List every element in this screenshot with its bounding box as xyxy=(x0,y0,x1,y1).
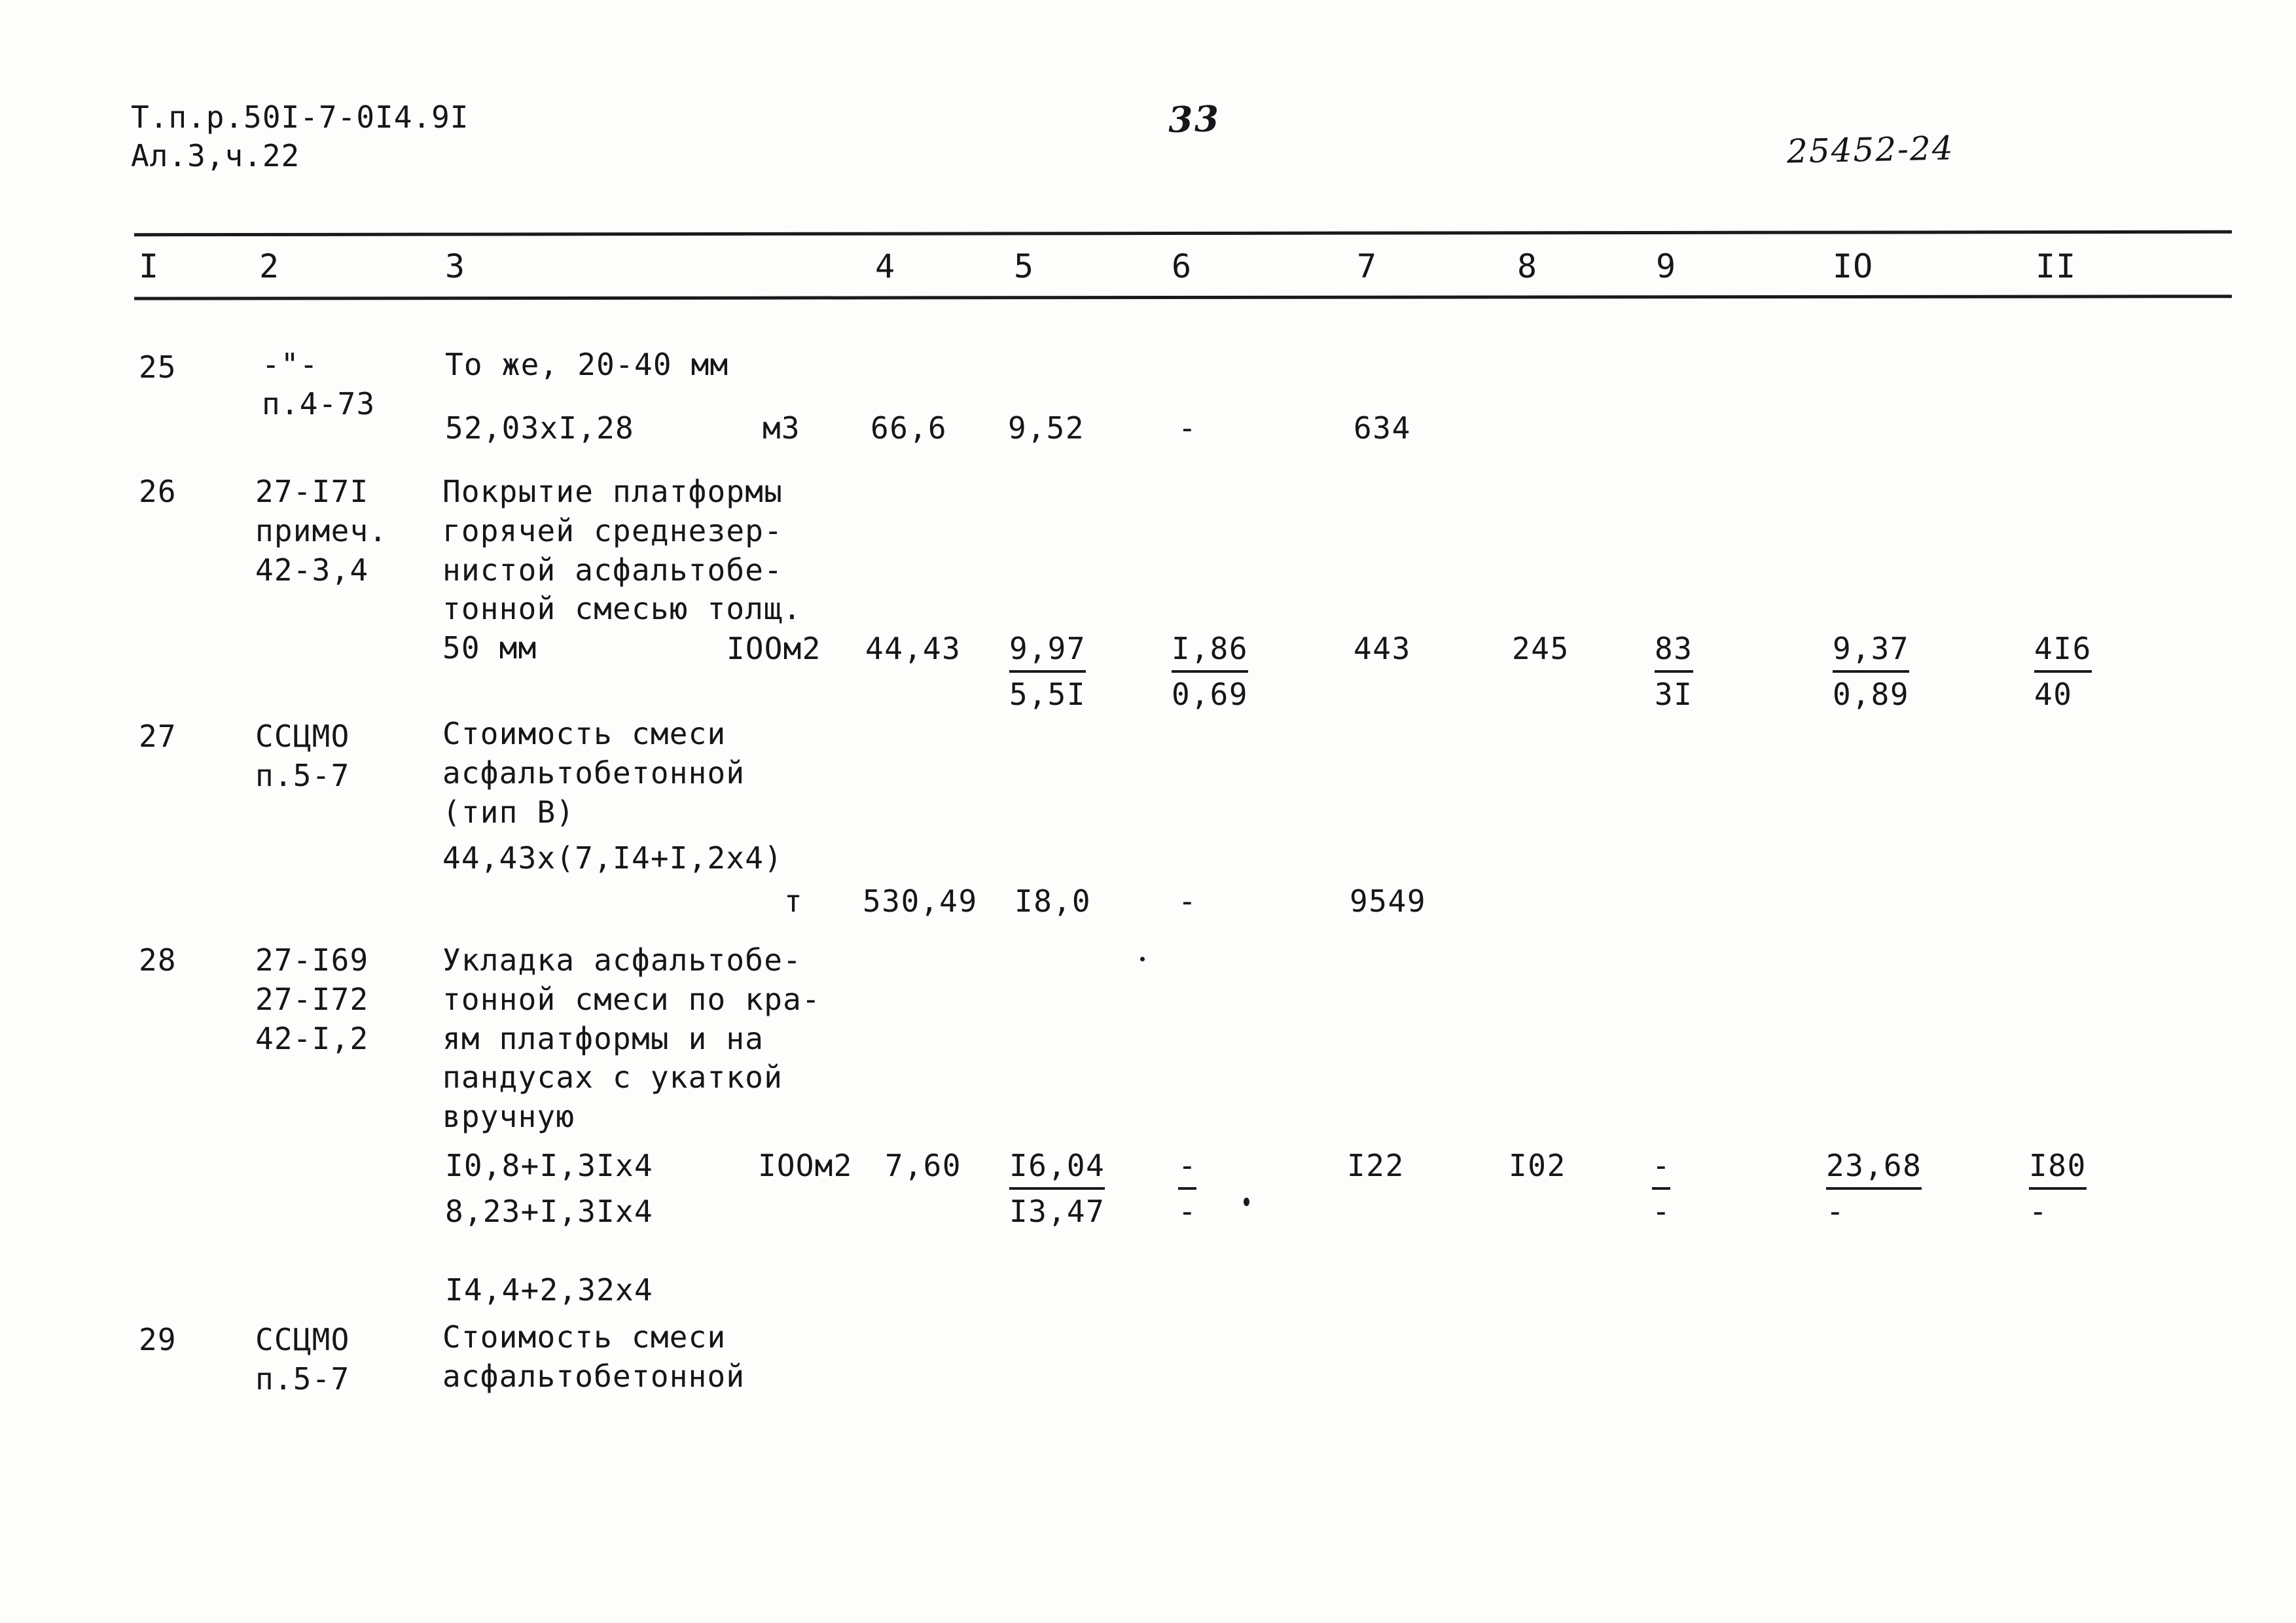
row-25-number: 25 xyxy=(139,349,177,385)
row-28-number: 28 xyxy=(139,942,177,978)
table-top-rule xyxy=(134,230,2233,237)
row-26-col7: 443 xyxy=(1354,631,1411,666)
row-28-col8: I02 xyxy=(1509,1148,1566,1183)
row-28-col4: 7,60 xyxy=(885,1148,962,1183)
column-header-11: II xyxy=(2036,247,2077,285)
row-27-unit: т xyxy=(784,883,803,919)
column-header-3: 3 xyxy=(445,247,466,285)
row-25-formula: 52,03xI,28 xyxy=(445,410,634,446)
row-27-code: ССЦМО п.5-7 xyxy=(255,719,350,793)
row-28-formula-line-3: I4,4+2,32x4 xyxy=(445,1272,653,1308)
column-header-7: 7 xyxy=(1357,247,1378,285)
row-27-number: 27 xyxy=(139,719,177,754)
row-26-col4: 44,43 xyxy=(865,631,961,666)
column-header-6: 6 xyxy=(1172,247,1193,285)
row-25-unit: м3 xyxy=(762,410,800,446)
series-line-2: Ал.3,ч.22 xyxy=(131,137,300,173)
row-25-col4: 66,6 xyxy=(870,410,948,446)
row-28-col7: I22 xyxy=(1347,1148,1405,1183)
row-27-col6: - xyxy=(1178,883,1198,919)
series-line-1: Т.п.р.50I-7-0I4.9I xyxy=(131,99,469,135)
row-27-formula: 44,43x(7,I4+I,2x4) xyxy=(442,840,783,876)
column-header-8: 8 xyxy=(1517,247,1538,285)
row-26-code: 27-I7I примеч. 42-3,4 xyxy=(255,474,388,588)
row-29-code: ССЦМО п.5-7 xyxy=(255,1322,350,1397)
row-27-col4: 530,49 xyxy=(863,883,978,919)
row-26-col6: I,86 0,69 xyxy=(1172,631,1249,712)
row-29-number: 29 xyxy=(139,1322,177,1357)
page-number: 33 xyxy=(1168,97,1221,141)
row-28-code: 27-I69 27-I72 42-I,2 xyxy=(255,942,369,1056)
archive-code: 25452-24 xyxy=(1786,129,1955,171)
column-header-4: 4 xyxy=(875,247,896,285)
column-header-5: 5 xyxy=(1014,247,1035,285)
scan-speck xyxy=(1244,1198,1249,1206)
document-series-header: Т.п.р.50I-7-0I4.9I Ал.3,ч.22 xyxy=(131,98,469,175)
row-26-col8: 245 xyxy=(1512,631,1570,666)
row-25-col6: - xyxy=(1178,410,1198,446)
row-25-col7: 634 xyxy=(1354,410,1411,446)
row-26-col11: 4I6 40 xyxy=(2034,631,2092,712)
scan-speck xyxy=(1140,957,1145,961)
column-header-9: 9 xyxy=(1656,247,1677,285)
row-29-description: Стоимость смеси асфальтобетонной xyxy=(442,1319,745,1394)
row-28-description: Укладка асфальтобе- тонной смеси по кра-… xyxy=(442,942,821,1135)
row-26-unit: IOOм2 xyxy=(726,631,821,666)
row-25-code: -"- п.4-73 xyxy=(262,347,376,421)
row-28-col11: I80- xyxy=(2029,1148,2087,1229)
row-25-col5: 9,52 xyxy=(1008,410,1085,446)
column-header-2: 2 xyxy=(259,247,280,285)
row-28-formula-line-1: I0,8+I,3Ix4 xyxy=(445,1148,653,1183)
row-28-formula-line-2: 8,23+I,3Ix4 xyxy=(445,1194,653,1229)
row-27-col7: 9549 xyxy=(1350,883,1427,919)
scanned-document-page: Т.п.р.50I-7-0I4.9I Ал.3,ч.22 33 25452-24… xyxy=(0,0,2296,1623)
row-26-col10: 9,37 0,89 xyxy=(1833,631,1910,712)
row-28-col10: 23,68- xyxy=(1826,1148,1922,1229)
table-header-bottom-rule xyxy=(134,294,2233,300)
row-26-number: 26 xyxy=(139,474,177,509)
row-27-description: Стоимость смеси асфальтобетонной (тип В) xyxy=(442,716,745,830)
row-28-unit: IOOм2 xyxy=(758,1148,853,1183)
row-27-col5: I8,0 xyxy=(1014,883,1092,919)
column-header-10: IO xyxy=(1833,247,1874,285)
row-26-col5: 9,97 5,5I xyxy=(1009,631,1086,712)
row-26-col9: 83 3I xyxy=(1655,631,1693,712)
column-header-1: I xyxy=(139,247,160,285)
row-28-col5: I6,04 I3,47 xyxy=(1009,1148,1105,1229)
row-25-description: То же, 20-40 мм xyxy=(445,347,729,382)
row-28-col9: -- xyxy=(1652,1148,1670,1229)
row-28-col6: -- xyxy=(1178,1148,1196,1229)
